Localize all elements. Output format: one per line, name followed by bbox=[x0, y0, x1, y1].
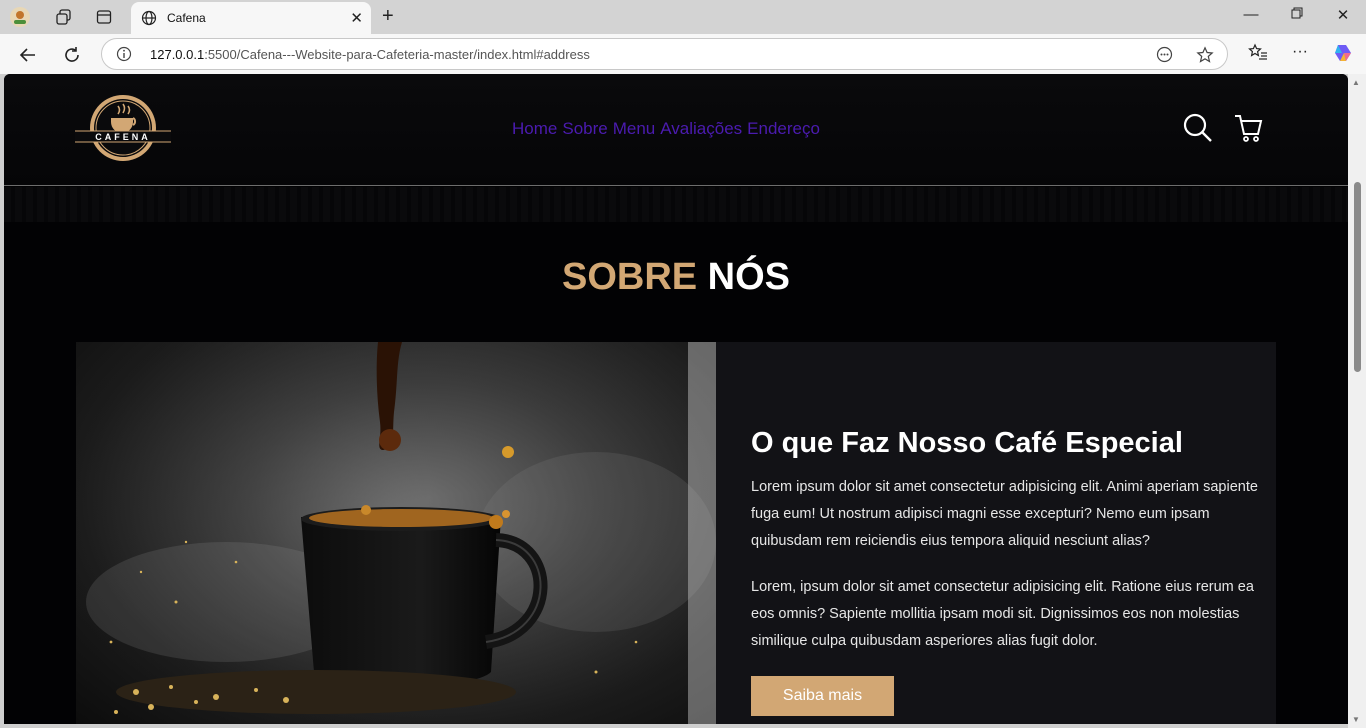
background-texture bbox=[4, 187, 1348, 222]
about-paragraph-1: Lorem ipsum dolor sit amet consectetur a… bbox=[751, 479, 1258, 549]
nav-avaliacoes[interactable]: Avaliações bbox=[660, 119, 742, 139]
site-header: CAFENA Home Sobre Menu Avaliações Endere… bbox=[4, 74, 1348, 186]
reload-icon[interactable] bbox=[60, 43, 84, 67]
nav-sobre[interactable]: Sobre bbox=[562, 119, 607, 139]
search-icon[interactable] bbox=[1183, 112, 1213, 144]
vertical-tabs-icon[interactable] bbox=[92, 6, 116, 28]
close-tab-icon[interactable]: ✕ bbox=[350, 9, 363, 27]
about-text-block: O que Faz Nosso Café Especial Lorem ipsu… bbox=[751, 427, 1261, 674]
more-options-icon[interactable]: ··· bbox=[1292, 43, 1308, 61]
favorites-icon[interactable] bbox=[1248, 43, 1268, 66]
scroll-down-icon[interactable]: ▼ bbox=[1352, 715, 1360, 724]
favorite-star-icon[interactable] bbox=[1196, 46, 1214, 67]
site-info-icon[interactable] bbox=[116, 46, 132, 62]
close-window-icon[interactable]: ✕ bbox=[1333, 6, 1353, 24]
url-path: :5500/Cafena---Website-para-Cafeteria-ma… bbox=[204, 47, 590, 62]
address-bar-row: 127.0.0.1:5500/Cafena---Website-para-Caf… bbox=[0, 34, 1366, 74]
main-nav: Home Sobre Menu Avaliações Endereço bbox=[512, 119, 820, 139]
read-aloud-icon[interactable] bbox=[1156, 46, 1173, 66]
nav-home[interactable]: Home bbox=[512, 119, 557, 139]
about-paragraph-2: Lorem, ipsum dolor sit amet consectetur … bbox=[751, 579, 1254, 649]
back-icon[interactable] bbox=[16, 43, 40, 67]
scroll-up-icon[interactable]: ▲ bbox=[1352, 78, 1360, 87]
saiba-mais-button[interactable]: Saiba mais bbox=[751, 676, 894, 716]
about-section: O que Faz Nosso Café Especial Lorem ipsu… bbox=[76, 342, 1276, 724]
scrollbar-thumb[interactable] bbox=[1354, 182, 1361, 372]
section-title: SOBRE NÓS bbox=[4, 256, 1348, 299]
page-scrollbar[interactable]: ▲ ▼ bbox=[1348, 74, 1366, 728]
about-heading: O que Faz Nosso Café Especial bbox=[751, 427, 1183, 459]
browser-tab-bar: Cafena ✕ + — ✕ bbox=[0, 0, 1366, 34]
copilot-icon[interactable] bbox=[1332, 42, 1354, 69]
globe-icon bbox=[141, 10, 157, 26]
tab-title: Cafena bbox=[167, 11, 206, 25]
url-field[interactable]: 127.0.0.1:5500/Cafena---Website-para-Caf… bbox=[101, 38, 1228, 70]
url-text: 127.0.0.1:5500/Cafena---Website-para-Caf… bbox=[150, 47, 590, 62]
cafena-logo[interactable]: CAFENA bbox=[74, 88, 172, 168]
url-host: 127.0.0.1 bbox=[150, 47, 205, 62]
minimize-icon[interactable]: — bbox=[1241, 6, 1261, 23]
section-title-main: NÓS bbox=[707, 256, 791, 298]
workspaces-icon[interactable] bbox=[52, 6, 76, 28]
logo-text: CAFENA bbox=[95, 132, 151, 142]
cart-icon[interactable] bbox=[1233, 112, 1263, 144]
coffee-cup-image bbox=[76, 342, 716, 724]
restore-icon[interactable] bbox=[1287, 6, 1307, 23]
profile-avatar-icon[interactable] bbox=[8, 6, 32, 28]
new-tab-icon[interactable]: + bbox=[382, 5, 394, 28]
nav-endereco[interactable]: Endereço bbox=[747, 119, 820, 139]
browser-tab-active[interactable]: Cafena ✕ bbox=[131, 2, 371, 34]
section-title-accent: SOBRE bbox=[561, 256, 698, 298]
nav-menu[interactable]: Menu bbox=[613, 119, 656, 139]
web-page: CAFENA Home Sobre Menu Avaliações Endere… bbox=[4, 74, 1348, 724]
